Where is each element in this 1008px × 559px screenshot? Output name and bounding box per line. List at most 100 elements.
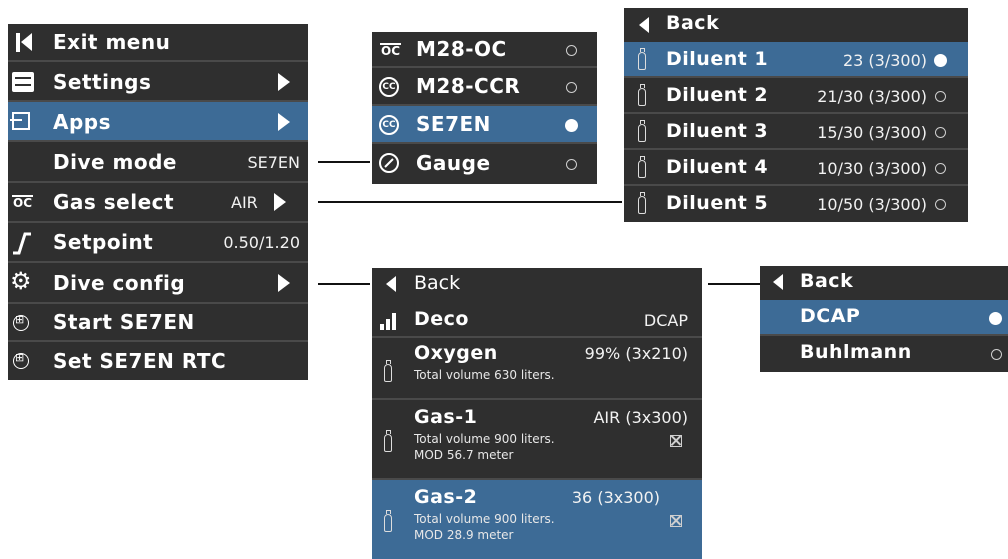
radio-button[interactable] xyxy=(566,159,577,170)
cylinder-icon xyxy=(638,48,646,70)
menu-item-label: Start SE7EN xyxy=(53,310,195,334)
gauge-icon xyxy=(379,153,399,173)
checkbox-icon[interactable] xyxy=(670,435,682,447)
diluent-label: Diluent 1 xyxy=(666,48,769,70)
menu-item-gas-select[interactable]: OC Gas select AIR xyxy=(8,183,308,223)
radio-button[interactable] xyxy=(935,91,946,102)
deco-option[interactable]: Deco DCAP xyxy=(372,300,702,338)
menu-item-setpoint[interactable]: Setpoint 0.50/1.20 xyxy=(8,223,308,263)
dive-mode-label: M28-CCR xyxy=(416,74,521,98)
dive-mode-option[interactable]: CC M28-CCR xyxy=(372,68,597,106)
gas-mod: MOD 28.9 meter xyxy=(414,528,514,542)
connector-line xyxy=(318,201,622,203)
cylinder-icon xyxy=(384,510,392,532)
gas-option[interactable]: Gas-2 36 (3x300) Total volume 900 liters… xyxy=(372,480,702,559)
menu-item-dive-mode[interactable]: Dive mode SE7EN xyxy=(8,142,308,183)
chevron-right-icon xyxy=(278,274,290,292)
menu-item-value: SE7EN xyxy=(247,153,300,172)
deco-model-option[interactable]: DCAP xyxy=(760,300,1008,336)
gas-volume: Total volume 630 liters. xyxy=(414,368,555,382)
radio-button[interactable] xyxy=(935,127,946,138)
gas-mod: MOD 56.7 meter xyxy=(414,448,514,462)
cylinder-icon xyxy=(384,360,392,382)
dive-mode-label: SE7EN xyxy=(416,112,491,136)
menu-item-label: Dive config xyxy=(53,271,186,295)
chevron-right-icon xyxy=(274,193,286,211)
menu-item-label: Exit menu xyxy=(53,30,171,54)
radio-button-selected[interactable] xyxy=(989,312,1002,325)
oc-icon: OC xyxy=(12,195,34,210)
radio-button-selected[interactable] xyxy=(565,119,578,132)
diluent-option[interactable]: Diluent 4 10/30 (3/300) xyxy=(624,150,968,186)
gas-value: 36 (3x300) xyxy=(571,488,660,507)
cylinder-icon xyxy=(638,120,646,142)
gas-option[interactable]: Oxygen 99% (3x210) Total volume 630 lite… xyxy=(372,338,702,400)
chart-bars-icon xyxy=(380,312,402,330)
radio-button[interactable] xyxy=(935,199,946,210)
back-button[interactable]: Back xyxy=(372,268,702,300)
setpoint-icon xyxy=(13,232,31,255)
checkbox-icon[interactable] xyxy=(670,515,682,527)
menu-item-label: Settings xyxy=(53,70,152,94)
exit-arrow-icon xyxy=(21,33,32,51)
gas-label: Oxygen xyxy=(414,342,498,364)
back-arrow-icon xyxy=(386,276,396,292)
diluent-value: 10/30 (3/300) xyxy=(817,159,927,178)
diluent-menu: Back Diluent 1 23 (3/300) Diluent 2 21/3… xyxy=(624,8,968,222)
deco-menu: Back DCAP Buhlmann xyxy=(760,266,1008,372)
menu-item-apps[interactable]: Apps xyxy=(8,102,308,142)
diluent-label: Diluent 3 xyxy=(666,120,769,142)
connector-line xyxy=(708,283,760,285)
dive-mode-label: Gauge xyxy=(416,151,491,175)
diluent-option[interactable]: Diluent 1 23 (3/300) xyxy=(624,42,968,78)
menu-item-label: Setpoint xyxy=(53,230,154,254)
back-label: Back xyxy=(800,270,854,292)
menu-item-set-se7en-rtc[interactable]: Set SE7EN RTC xyxy=(8,342,308,380)
menu-item-settings[interactable]: Settings xyxy=(8,62,308,102)
gas-volume: Total volume 900 liters. xyxy=(414,512,555,526)
gas-value: AIR (3x300) xyxy=(593,408,688,427)
diluent-label: Diluent 4 xyxy=(666,156,769,178)
deco-value: DCAP xyxy=(643,311,688,330)
gas-label: Gas-2 xyxy=(414,486,478,508)
diluent-value: 23 (3/300) xyxy=(842,51,927,70)
radio-button[interactable] xyxy=(566,82,577,93)
dive-mode-label: M28-OC xyxy=(416,37,507,61)
diluent-label: Diluent 2 xyxy=(666,84,769,106)
diluent-value: 21/30 (3/300) xyxy=(817,87,927,106)
menu-item-label: Gas select xyxy=(53,190,175,214)
back-button[interactable]: Back xyxy=(624,8,968,42)
dive-mode-option[interactable]: CC SE7EN xyxy=(372,106,597,144)
diluent-option[interactable]: Diluent 3 15/30 (3/300) xyxy=(624,114,968,150)
gas-label: Gas-1 xyxy=(414,406,478,428)
cylinder-icon xyxy=(638,84,646,106)
cylinder-icon xyxy=(638,192,646,214)
menu-item-label: Dive mode xyxy=(53,150,177,174)
back-label: Back xyxy=(414,272,461,294)
chevron-right-icon xyxy=(278,73,290,91)
diluent-label: Diluent 5 xyxy=(666,192,769,214)
menu-item-label: Apps xyxy=(53,110,112,134)
connector-line xyxy=(318,161,370,163)
menu-item-start-se7en[interactable]: Start SE7EN xyxy=(8,304,308,342)
apps-icon xyxy=(10,112,30,130)
back-button[interactable]: Back xyxy=(760,266,1008,300)
deco-model-option[interactable]: Buhlmann xyxy=(760,336,1008,372)
menu-item-dive-config[interactable]: ⚙ Dive config xyxy=(8,263,308,304)
menu-item-value: 0.50/1.20 xyxy=(223,233,300,252)
dive-mode-option[interactable]: Gauge xyxy=(372,144,597,184)
main-menu: Exit menu Settings Apps Dive mode SE7EN … xyxy=(8,24,308,380)
bubble-icon xyxy=(13,351,29,369)
gas-volume: Total volume 900 liters. xyxy=(414,432,555,446)
radio-button[interactable] xyxy=(935,163,946,174)
menu-item-exit[interactable]: Exit menu xyxy=(8,24,308,62)
radio-button-selected[interactable] xyxy=(934,54,947,67)
diluent-option[interactable]: Diluent 2 21/30 (3/300) xyxy=(624,78,968,114)
diluent-option[interactable]: Diluent 5 10/50 (3/300) xyxy=(624,186,968,222)
radio-button[interactable] xyxy=(566,45,577,56)
dive-mode-option[interactable]: OC M28-OC xyxy=(372,32,597,68)
radio-button[interactable] xyxy=(991,349,1002,360)
chevron-right-icon xyxy=(278,113,290,131)
cc-icon: CC xyxy=(379,115,399,135)
gas-option[interactable]: Gas-1 AIR (3x300) Total volume 900 liter… xyxy=(372,400,702,480)
